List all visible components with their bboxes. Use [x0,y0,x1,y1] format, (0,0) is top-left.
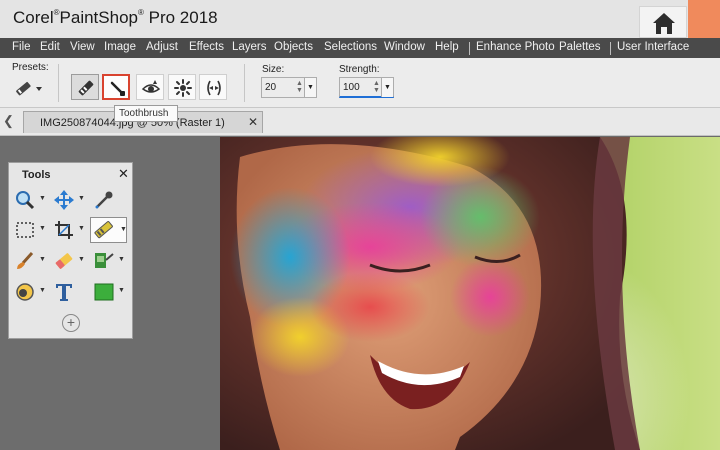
close-tab-icon[interactable]: ✕ [248,115,258,129]
makeover-icon [94,221,113,239]
home-icon [653,13,675,34]
menu-edit[interactable]: Edit [40,41,60,53]
eye-drop-button[interactable] [136,74,164,100]
red-eye-button[interactable] [168,74,196,100]
menu-window[interactable]: Window [384,41,425,53]
makeover-tool[interactable]: ▼ [90,217,127,243]
chevron-down-icon[interactable]: ▼ [120,226,127,233]
document-tab-bar: ❮ IMG250874044.jpg @ 50% (Raster 1) ✕ [0,108,720,136]
close-palette-icon[interactable]: ✕ [118,166,129,182]
text-tool[interactable] [51,280,85,304]
menu-bar: File Edit View Image Adjust Effects Laye… [0,38,720,58]
chevron-down-icon[interactable]: ▼ [78,195,85,202]
options-separator [58,64,59,102]
portrait-photo [220,137,640,450]
size-dropdown-icon[interactable]: ▼ [304,78,316,97]
spinner-arrows-icon[interactable]: ▲ ▼ [373,80,381,95]
eraser-tool[interactable]: ▼ [51,249,85,273]
presets-label: Presets: [12,62,49,73]
crop-icon [55,221,73,239]
chevron-down-icon[interactable]: ▼ [78,225,85,232]
eraser-icon [55,253,73,269]
picture-tube-icon [95,253,114,268]
toothbrush-icon [110,81,125,96]
move-tool[interactable]: ▼ [51,188,85,212]
add-tool-button[interactable]: + [62,314,80,332]
tool-options-bar: Presets: Size: 20 ▲ ▼ ▼ Strength: 100 ▲ … [0,58,720,108]
menu-layers[interactable]: Layers [232,41,267,53]
paint-brush-icon [17,251,34,269]
home-button[interactable] [639,6,687,38]
zoom-tool[interactable]: ▼ [12,188,46,212]
chevron-down-icon[interactable]: ▼ [118,256,125,263]
dropper-icon [95,191,113,209]
menu-separator [469,42,470,55]
picture-tube-tool[interactable]: ▼ [91,249,125,273]
tools-palette: Tools ✕ ▼ ▼ ▼ ▼ ▼ ▼ ▼ ▼ ▼ ▼ + [8,162,133,339]
strength-spinner[interactable]: 100 ▲ ▼ ▼ [339,77,394,98]
chevron-down-icon[interactable]: ▼ [39,287,46,294]
selection-icon [16,222,34,238]
eye-drop-icon [141,80,161,93]
fill-icon [16,283,34,301]
zoom-icon [16,191,35,210]
image-canvas[interactable] [220,137,720,450]
menu-user-interface[interactable]: User Interface [617,41,689,53]
chevron-down-icon[interactable]: ▼ [39,195,46,202]
menu-adjust[interactable]: Adjust [146,41,178,53]
move-icon [54,190,74,210]
red-eye-icon [174,79,192,97]
menu-image[interactable]: Image [104,41,136,53]
thinify-button[interactable] [199,74,227,100]
menu-palettes[interactable]: Palettes [559,41,601,53]
menu-view[interactable]: View [70,41,95,53]
selection-tool[interactable]: ▼ [12,218,46,242]
menu-enhance-photo[interactable]: Enhance Photo [476,41,555,53]
presets-dropdown[interactable] [13,78,45,100]
text-icon [56,284,72,301]
rectangle-shape-icon [94,283,114,301]
chevron-down-icon[interactable]: ▼ [39,225,46,232]
size-label: Size: [262,64,285,75]
size-spinner[interactable]: 20 ▲ ▼ ▼ [261,77,317,98]
paint-brush-tool[interactable]: ▼ [12,249,46,273]
thinify-icon [207,80,221,96]
menu-help[interactable]: Help [435,41,459,53]
menu-selections[interactable]: Selections [324,41,377,53]
size-value: 20 [265,82,277,93]
chevron-down-icon[interactable]: ▼ [39,256,46,263]
menu-separator [610,42,611,55]
options-separator [244,64,245,102]
chevron-down-icon[interactable]: ▼ [118,287,125,294]
workspace-accent-strip [688,0,720,38]
rectangle-shape-tool[interactable]: ▼ [91,280,125,304]
menu-effects[interactable]: Effects [189,41,224,53]
title-bar: Corel®PaintShop® Pro 2018 [0,0,720,38]
tab-scroll-left-icon[interactable]: ❮ [3,113,14,129]
chevron-down-icon[interactable]: ▼ [78,256,85,263]
menu-file[interactable]: File [12,41,31,53]
blemish-remover-button[interactable] [71,74,99,100]
dropper-tool[interactable] [91,188,125,212]
toothbrush-button[interactable] [102,74,130,100]
tools-palette-title: Tools [22,169,51,181]
strength-value: 100 [343,82,360,93]
toothbrush-tooltip: Toothbrush [114,105,178,122]
strength-dropdown-icon[interactable]: ▼ [381,78,393,97]
blemish-remover-icon [78,80,94,96]
spinner-arrows-icon[interactable]: ▲ ▼ [296,80,304,95]
strength-label: Strength: [339,64,380,75]
crop-tool[interactable]: ▼ [51,218,85,242]
fill-tool[interactable]: ▼ [12,280,46,304]
app-title: Corel®PaintShop® Pro 2018 [13,8,218,27]
blemish-remover-icon [16,81,42,96]
menu-objects[interactable]: Objects [274,41,313,53]
